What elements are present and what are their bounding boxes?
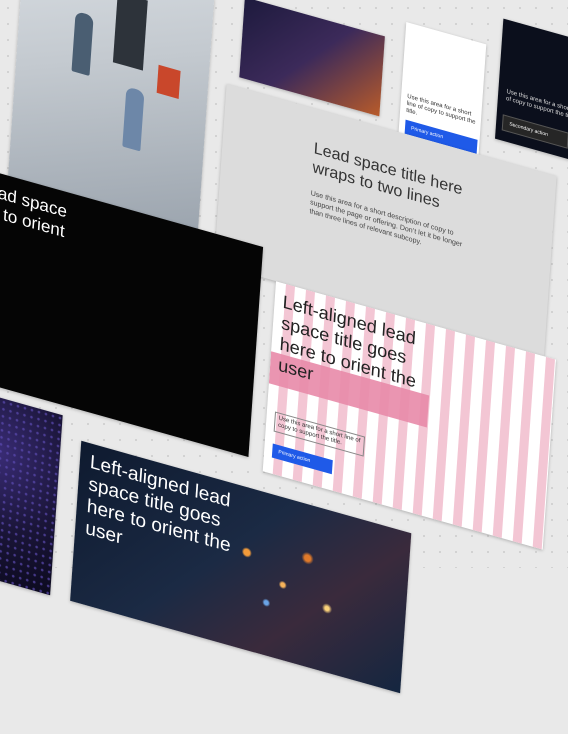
grid-column	[432, 328, 455, 522]
purple-pattern-card	[0, 390, 63, 596]
lead-space-title: lead space re to orient	[0, 179, 68, 242]
secondary-action-button[interactable]: Secondary action	[501, 114, 568, 149]
grid-column	[452, 334, 475, 527]
person-figure	[122, 86, 145, 152]
grid-column	[472, 340, 495, 533]
grid-column	[492, 345, 515, 539]
lead-space-title: Left-aligned lead space title goes here …	[84, 451, 232, 557]
red-equipment	[156, 64, 181, 99]
grid-column	[512, 351, 535, 544]
dot-pattern	[0, 390, 63, 596]
top-dark-card: Use this area for a short line of copy t…	[495, 18, 568, 164]
person-figure	[71, 11, 94, 77]
server-rack	[112, 0, 148, 71]
